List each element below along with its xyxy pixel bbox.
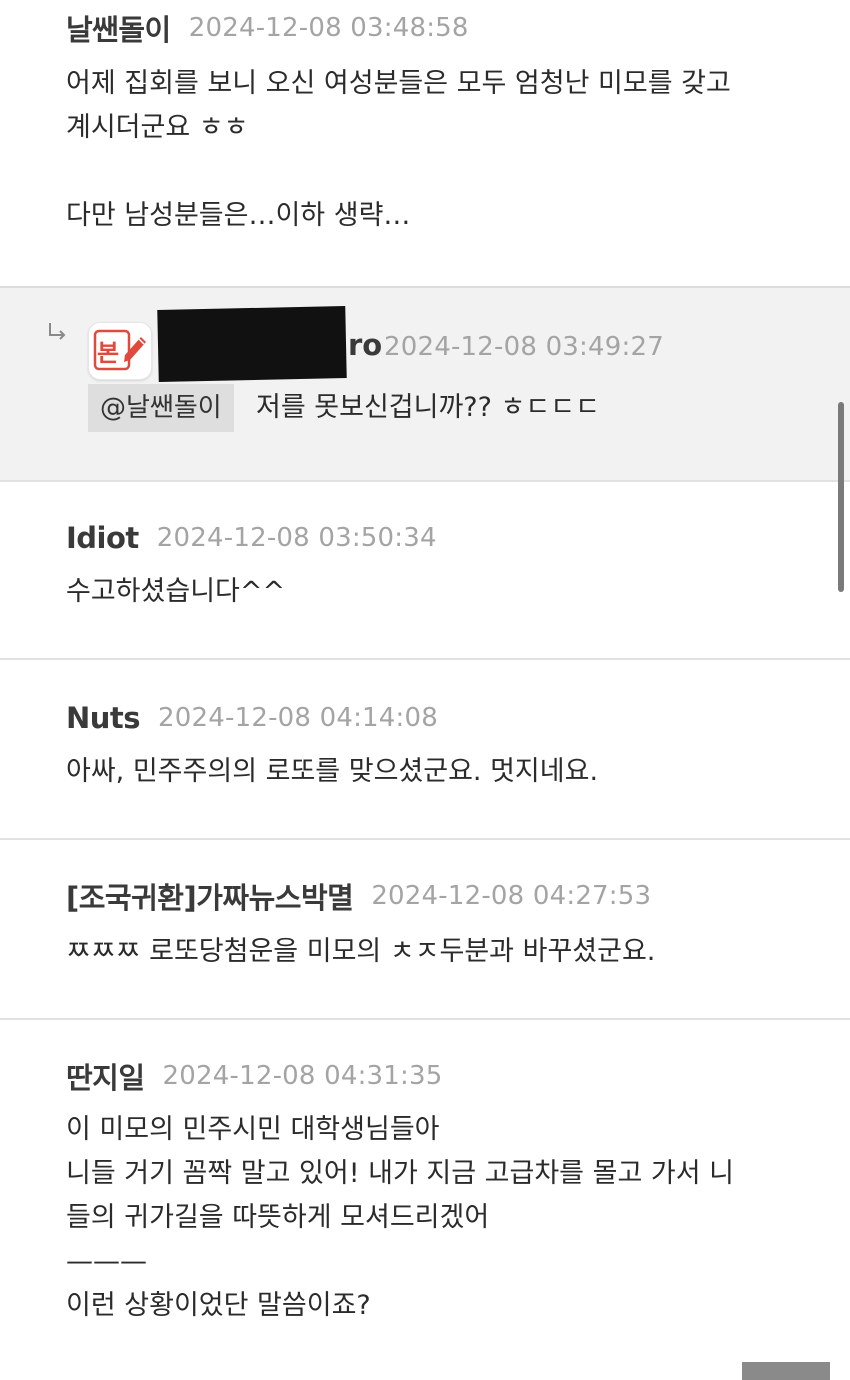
badge-label: 본 (97, 339, 119, 367)
comment-item: 날쌘돌이 2024-12-08 03:48:58 어제 집회를 보니 오신 여성… (0, 0, 850, 288)
reply-arrow-icon (46, 320, 68, 350)
comment-body: 수고하셨습니다^^ (66, 570, 810, 614)
comment-line: 수고하셨습니다^^ (66, 576, 286, 607)
comment-list: 날쌘돌이 2024-12-08 03:48:58 어제 집회를 보니 오신 여성… (0, 0, 850, 1380)
comment-line: 계시더군요 ㅎㅎ (66, 112, 249, 143)
comment-author[interactable]: 날쌘돌이 (66, 7, 171, 49)
mention-tag[interactable]: @날쌘돌이 (88, 384, 234, 432)
comment-item: 딴지일 2024-12-08 04:31:35 이 미모의 민주시민 대학생님들… (0, 1020, 850, 1380)
author-badge-icon: 본 (88, 322, 152, 380)
redacted-author-name (157, 306, 347, 382)
comment-line: 이런 상황이었단 말씀이죠? (66, 1290, 371, 1321)
comment-line: ——— (66, 1246, 147, 1277)
comment-line: 다만 남성분들은…이하 생략… (66, 200, 411, 231)
comment-line (66, 150, 810, 194)
comment-body: ㅉㅉㅉ 로또당첨운을 미모의 ㅊㅈ두분과 바꾸셨군요. (66, 930, 810, 974)
comment-item: Nuts 2024-12-08 04:14:08 아싸, 민주주의의 로또를 맞… (0, 660, 850, 840)
comment-date: 2024-12-08 03:49:27 (384, 332, 664, 362)
comment-line: 들의 귀가길을 따뜻하게 모셔드리겠어 (66, 1202, 490, 1233)
comment-date: 2024-12-08 04:14:08 (158, 703, 438, 733)
comment-line: 이 미모의 민주시민 대학생님들아 (66, 1114, 440, 1145)
comment-author[interactable]: [조국귀환]가짜뉴스박멸 (66, 875, 354, 917)
comment-line: 어제 집회를 보니 오신 여성분들은 모두 엄청난 미모를 갖고 (66, 68, 731, 99)
comment-meta: Nuts 2024-12-08 04:14:08 (66, 696, 438, 740)
comment-meta: [조국귀환]가짜뉴스박멸 2024-12-08 04:27:53 (66, 874, 651, 918)
floating-button[interactable] (742, 1362, 830, 1380)
comment-author[interactable]: 딴지일 (66, 1055, 145, 1097)
comment-line: ㅉㅉㅉ 로또당첨운을 미모의 ㅊㅈ두분과 바꾸셨군요. (66, 936, 656, 967)
scrollbar-thumb[interactable] (838, 402, 844, 592)
comment-date: 2024-12-08 04:27:53 (371, 881, 652, 911)
comment-item: Idiot 2024-12-08 03:50:34 수고하셨습니다^^ (0, 480, 850, 660)
comment-author[interactable]: ro (348, 328, 382, 362)
comment-line: 저를 못보신겁니까?? ㅎㄷㄷㄷ (256, 392, 600, 423)
comment-date: 2024-12-08 04:31:35 (162, 1061, 443, 1091)
comment-author[interactable]: Idiot (66, 521, 139, 555)
reply-item: 본 ro 2024-12-08 03:49:27 @날쌘돌이 저를 못보신겁니까… (0, 286, 850, 482)
comment-date: 2024-12-08 03:48:58 (188, 13, 469, 43)
comment-body: 저를 못보신겁니까?? ㅎㄷㄷㄷ (256, 386, 810, 430)
comment-author[interactable]: Nuts (66, 701, 141, 735)
comment-meta: 딴지일 2024-12-08 04:31:35 (66, 1054, 442, 1098)
comment-body: 어제 집회를 보니 오신 여성분들은 모두 엄청난 미모를 갖고 계시더군요 ㅎ… (66, 62, 810, 238)
comment-body: 이 미모의 민주시민 대학생님들아 니들 거기 꼼짝 말고 있어! 내가 지금 … (66, 1108, 810, 1328)
comment-meta: Idiot 2024-12-08 03:50:34 (66, 516, 437, 560)
comment-body: 아싸, 민주주의의 로또를 맞으셨군요. 멋지네요. (66, 750, 810, 794)
comment-line: 아싸, 민주주의의 로또를 맞으셨군요. 멋지네요. (66, 756, 599, 787)
comment-date: 2024-12-08 03:50:34 (156, 523, 437, 553)
comment-line: 니들 거기 꼼짝 말고 있어! 내가 지금 고급차를 몰고 가서 니 (66, 1158, 734, 1189)
comment-item: [조국귀환]가짜뉴스박멸 2024-12-08 04:27:53 ㅉㅉㅉ 로또당… (0, 840, 850, 1020)
comment-meta: 날쌘돌이 2024-12-08 03:48:58 (66, 6, 469, 50)
